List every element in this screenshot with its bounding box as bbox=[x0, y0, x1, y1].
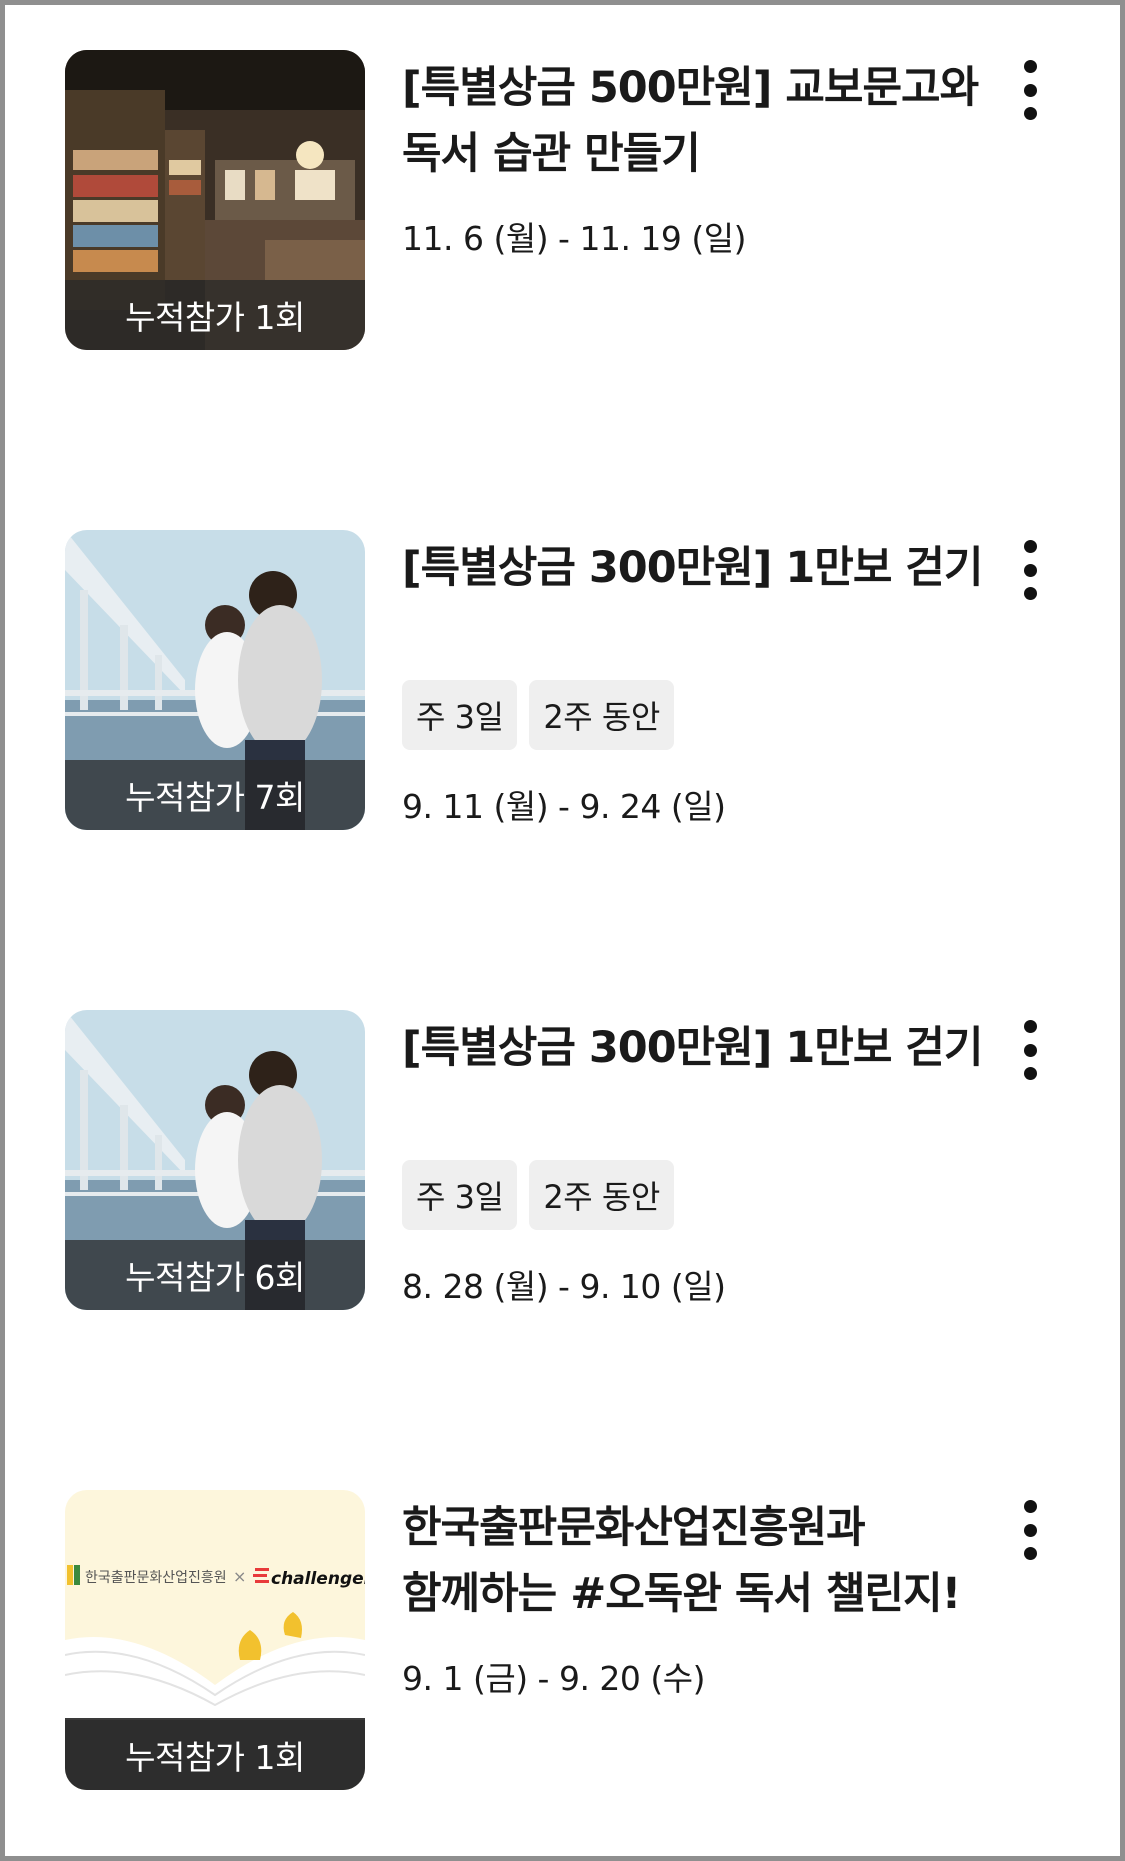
participation-count: 누적참가 7회 bbox=[65, 760, 365, 830]
challenge-date-range: 9. 11 (월) - 9. 24 (일) bbox=[402, 787, 726, 826]
participation-count: 누적참가 1회 bbox=[65, 280, 365, 350]
more-vertical-icon[interactable] bbox=[1015, 1020, 1045, 1080]
banner-brand-text: challengers bbox=[271, 1569, 365, 1589]
challenge-date-range: 11. 6 (월) - 11. 19 (일) bbox=[402, 219, 747, 258]
challenge-tags: 주 3일 2주 동안 bbox=[402, 680, 674, 750]
challenge-title[interactable]: 한국출판문화산업진흥원과 함께하는 #오독완 독서 챌린지! bbox=[402, 1495, 1002, 1627]
challenge-list-screen: 누적참가 1회 [특별상금 500만원] 교보문고와 독서 습관 만들기 11.… bbox=[0, 0, 1125, 1861]
participation-count: 누적참가 1회 bbox=[65, 1720, 365, 1790]
banner-org-text: 한국출판문화산업진흥원 bbox=[85, 1570, 227, 1586]
challenge-title[interactable]: [특별상금 500만원] 교보문고와 독서 습관 만들기 bbox=[402, 55, 1002, 187]
svg-text:×: × bbox=[233, 1567, 246, 1586]
duration-tag: 2주 동안 bbox=[529, 680, 674, 750]
frequency-tag: 주 3일 bbox=[402, 1160, 518, 1230]
frequency-tag: 주 3일 bbox=[402, 680, 518, 750]
challenge-title[interactable]: [특별상금 300만원] 1만보 걷기 bbox=[402, 535, 1002, 601]
challenge-thumbnail[interactable]: 누적참가 7회 bbox=[65, 530, 365, 830]
challenge-title[interactable]: [특별상금 300만원] 1만보 걷기 bbox=[402, 1015, 1002, 1081]
challenge-card[interactable]: 누적참가 1회 [특별상금 500만원] 교보문고와 독서 습관 만들기 11.… bbox=[65, 50, 1065, 350]
challenge-thumbnail[interactable]: 누적참가 6회 bbox=[65, 1010, 365, 1310]
more-vertical-icon[interactable] bbox=[1015, 540, 1045, 600]
challenge-date-range: 9. 1 (금) - 9. 20 (수) bbox=[402, 1659, 706, 1698]
challenge-thumbnail[interactable]: 한국출판문화산업진흥원 × challengers 누적참가 1회 bbox=[65, 1490, 365, 1790]
challenge-card[interactable]: 누적참가 6회 [특별상금 300만원] 1만보 걷기 주 3일 2주 동안 8… bbox=[65, 1010, 1065, 1310]
duration-tag: 2주 동안 bbox=[529, 1160, 674, 1230]
challenge-card[interactable]: 한국출판문화산업진흥원 × challengers 누적참가 1회 한국출판문화… bbox=[65, 1490, 1065, 1790]
challenge-date-range: 8. 28 (월) - 9. 10 (일) bbox=[402, 1267, 726, 1306]
more-vertical-icon[interactable] bbox=[1015, 1500, 1045, 1560]
participation-count: 누적참가 6회 bbox=[65, 1240, 365, 1310]
challenge-thumbnail[interactable]: 누적참가 1회 bbox=[65, 50, 365, 350]
challenge-tags: 주 3일 2주 동안 bbox=[402, 1160, 674, 1230]
challenge-card[interactable]: 누적참가 7회 [특별상금 300만원] 1만보 걷기 주 3일 2주 동안 9… bbox=[65, 530, 1065, 830]
more-vertical-icon[interactable] bbox=[1015, 60, 1045, 120]
